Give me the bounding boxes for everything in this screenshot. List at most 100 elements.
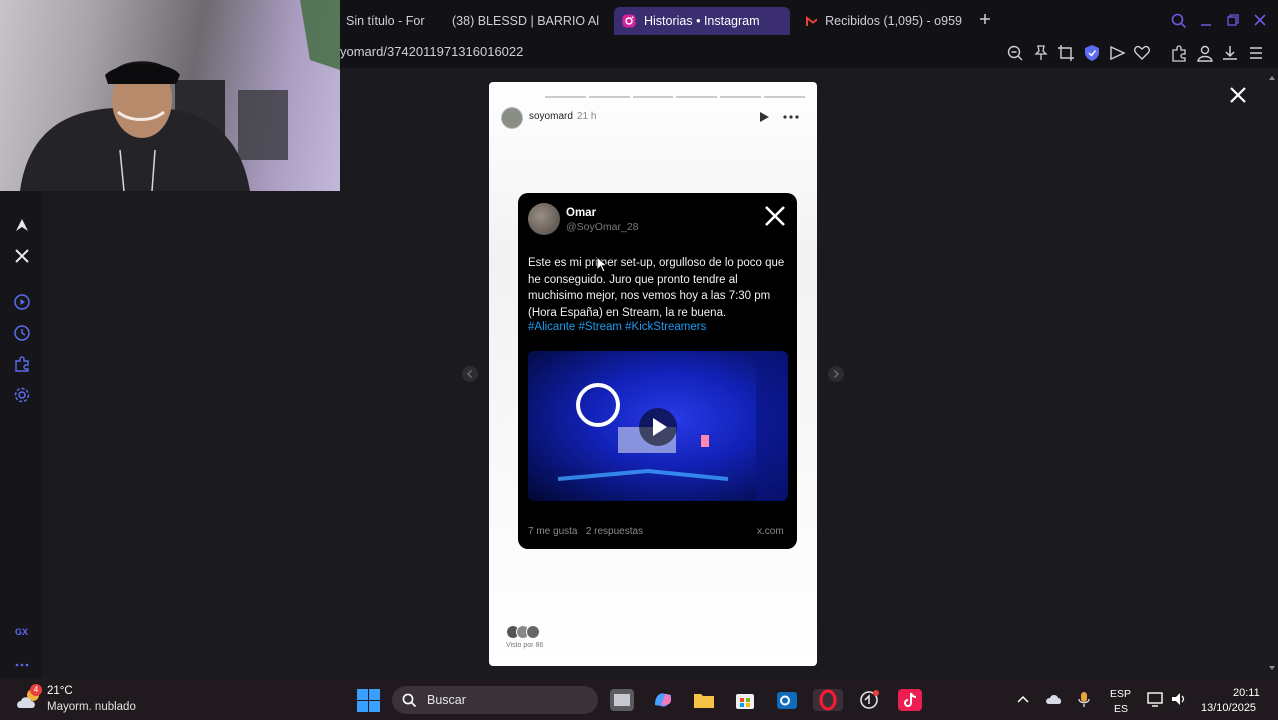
clock-date[interactable]: 13/10/2025: [1201, 702, 1256, 714]
arrow-logo-icon: [16, 219, 28, 231]
tray-chevron-button[interactable]: [1016, 693, 1030, 705]
story-progress-segment: [720, 96, 762, 98]
send-icon: [1110, 45, 1126, 61]
minimize-icon: [1201, 24, 1211, 26]
close-story-button[interactable]: [1229, 86, 1247, 104]
tab-untitled[interactable]: Sin título - For: [338, 7, 434, 35]
tweet-avatar: [528, 203, 560, 235]
downloads-button[interactable]: [1221, 44, 1239, 62]
tiktok-button[interactable]: [898, 689, 922, 711]
tweet-likes: 7 me gusta: [528, 526, 578, 537]
new-tab-button[interactable]: [978, 12, 992, 26]
app-button[interactable]: [857, 689, 881, 711]
viewers-count[interactable]: Visto por 86: [506, 642, 543, 649]
sidebar-item-history[interactable]: [13, 324, 31, 342]
chevron-left-icon: [462, 366, 478, 382]
snapshot-button[interactable]: [1057, 44, 1075, 62]
story-progress-segment: [544, 96, 586, 98]
favorite-button[interactable]: [1133, 44, 1151, 62]
microphone-button[interactable]: [1077, 691, 1091, 708]
tweet-stats: 7 me gusta 2 respuestas: [528, 526, 643, 537]
tweet-author-handle: @SoyOmar_28: [566, 221, 639, 233]
tweet-hashtags[interactable]: #Alicante #Stream #KickStreamers: [528, 321, 706, 333]
tab-instagram[interactable]: Historias • Instagram: [614, 7, 790, 35]
story-progress-segment: [501, 96, 542, 98]
sidebar-gx-label[interactable]: GX: [15, 627, 28, 637]
mouse-cursor: [596, 256, 608, 274]
story-progress-segment: [632, 96, 674, 98]
opera-button[interactable]: [813, 689, 843, 711]
story-progress-segment: [588, 96, 630, 98]
sidebar-item-x[interactable]: [13, 247, 31, 265]
video-play-button[interactable]: [638, 407, 678, 447]
x-logo-icon: [15, 249, 29, 263]
folder-icon: [694, 694, 714, 708]
viewer-avatars[interactable]: [506, 625, 540, 639]
story-username[interactable]: soyomard: [529, 111, 573, 122]
sidebar-item-kick[interactable]: [13, 216, 31, 234]
clock-time[interactable]: 20:11: [1233, 687, 1260, 699]
microphone-icon: [1078, 692, 1090, 707]
copilot-icon: [655, 693, 672, 707]
volume-button[interactable]: [1170, 691, 1188, 707]
tab-youtube[interactable]: (38) BLESSD | BARRIO Al: [436, 7, 606, 35]
menu-button[interactable]: [1247, 44, 1265, 62]
vpn-button[interactable]: [1083, 44, 1101, 62]
scrollbar[interactable]: [1266, 68, 1278, 678]
windows-logo-icon: [357, 689, 380, 712]
sidebar-item-extensions[interactable]: [13, 355, 31, 373]
story-play-button[interactable]: [758, 111, 770, 123]
sidebar-item-player[interactable]: [13, 293, 31, 311]
zoom-out-button[interactable]: [1006, 44, 1024, 62]
network-button[interactable]: [1146, 691, 1164, 707]
keyboard-layout-indicator[interactable]: ES: [1114, 703, 1128, 715]
store-button[interactable]: [733, 689, 757, 711]
story-progress-segment: [764, 96, 805, 98]
language-indicator[interactable]: ESP: [1110, 688, 1131, 700]
tab-search-button[interactable]: [1171, 13, 1187, 29]
tab-gmail[interactable]: Recibidos (1,095) - o959: [798, 7, 970, 35]
chevron-up-icon: [1017, 695, 1029, 703]
send-button[interactable]: [1108, 44, 1126, 62]
speaker-icon: [1172, 693, 1185, 705]
gear-icon: [14, 387, 30, 403]
sidebar-item-settings[interactable]: [13, 386, 31, 404]
tweet-card[interactable]: Omar @SoyOmar_28 Este es mi primer set-u…: [518, 193, 797, 549]
story-avatar[interactable]: [501, 107, 523, 129]
play-circle-icon: [639, 408, 677, 446]
weather-description: Mayorm. nublado: [47, 701, 136, 713]
maximize-button[interactable]: [1226, 13, 1240, 27]
story-options-button[interactable]: [782, 111, 800, 123]
tiktok-icon: [904, 692, 917, 707]
profile-button[interactable]: [1196, 44, 1214, 62]
play-icon: [760, 112, 769, 122]
pin-button[interactable]: [1032, 44, 1050, 62]
onedrive-button[interactable]: [1045, 692, 1063, 706]
app-circle-icon: [860, 690, 879, 709]
puzzle-icon: [1172, 45, 1186, 62]
prev-story-button[interactable]: [461, 365, 479, 383]
taskbar-search[interactable]: [392, 686, 598, 714]
download-icon: [1223, 46, 1237, 60]
hamburger-icon: [1250, 47, 1262, 59]
cloud-icon: [1046, 695, 1062, 704]
url-field[interactable]: yomard/3742011971316016022: [340, 44, 523, 59]
minimize-button[interactable]: [1199, 13, 1213, 27]
extensions-button[interactable]: [1170, 44, 1188, 62]
file-explorer-button[interactable]: [692, 689, 716, 711]
outlook-button[interactable]: [775, 689, 799, 711]
copilot-button[interactable]: [651, 689, 675, 711]
story-progress-segment: [676, 96, 718, 98]
story-viewer[interactable]: soyomard 21 h Omar @SoyOmar_28 Este es m…: [489, 82, 817, 666]
tweet-source[interactable]: x.com: [757, 526, 784, 537]
next-story-button[interactable]: [827, 365, 845, 383]
zoom-out-icon: [1007, 45, 1023, 61]
start-button[interactable]: [357, 689, 380, 712]
tweet-author-name: Omar: [566, 207, 597, 219]
sidebar-more-button[interactable]: [13, 656, 31, 674]
close-window-button[interactable]: [1253, 13, 1267, 27]
shield-icon: [1085, 45, 1099, 61]
puzzle-icon: [15, 356, 29, 372]
task-view-button[interactable]: [610, 689, 634, 711]
tweet-video-thumbnail[interactable]: [528, 351, 788, 501]
